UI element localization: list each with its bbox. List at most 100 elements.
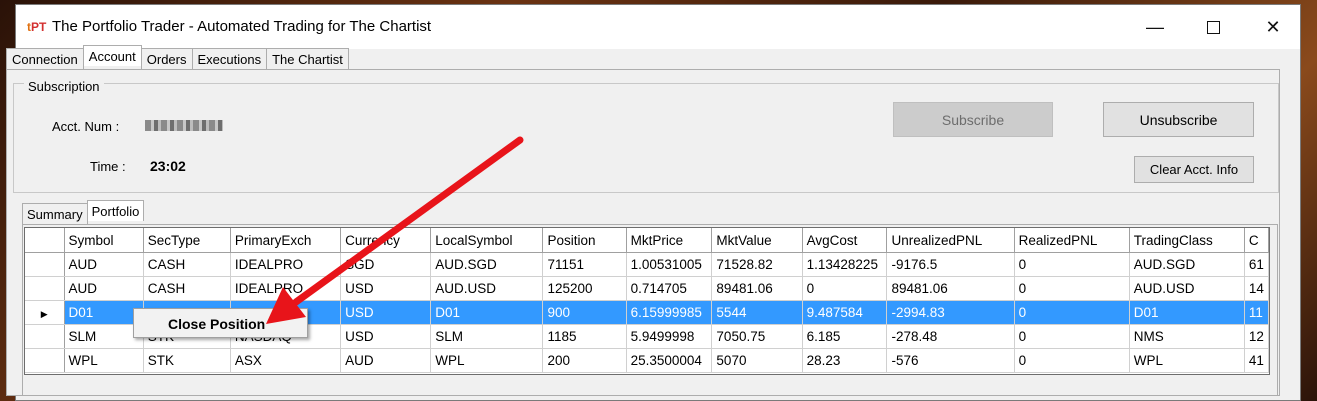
col-header-mktvalue[interactable]: MktValue xyxy=(711,228,803,253)
minimize-button[interactable]: — xyxy=(1126,5,1184,49)
portfolio-table: Symbol SecType PrimaryExch Currency Loca… xyxy=(25,228,1269,373)
cell: -2994.83 xyxy=(886,300,1015,325)
cell: AUD.USD xyxy=(430,276,544,301)
context-menu: Close Position xyxy=(133,308,308,338)
cell: 0.714705 xyxy=(626,276,713,301)
close-position-menu-item[interactable]: Close Position xyxy=(168,316,265,332)
cell: USD xyxy=(340,300,432,325)
cell: 0 xyxy=(1014,276,1130,301)
cell: 0 xyxy=(1014,324,1130,349)
cell: 5070 xyxy=(711,348,803,373)
acct-num-label: Acct. Num : xyxy=(52,119,120,134)
col-header-position[interactable]: Position xyxy=(542,228,627,253)
cell: 6.185 xyxy=(802,324,888,349)
cell: 1.00531005 xyxy=(626,252,713,277)
row-header[interactable] xyxy=(25,276,65,301)
cell: 41 xyxy=(1244,348,1269,373)
cell: 0 xyxy=(1014,300,1130,325)
cell: 0 xyxy=(1014,252,1130,277)
header-row: Symbol SecType PrimaryExch Currency Loca… xyxy=(25,228,1269,253)
main-tab-strip: Connection Account Orders Executions The… xyxy=(6,45,349,69)
row-header[interactable] xyxy=(25,324,65,349)
subscription-groupbox xyxy=(13,83,1279,193)
cell: 0 xyxy=(1014,348,1130,373)
cell: 7050.75 xyxy=(711,324,803,349)
cell: 89481.06 xyxy=(886,276,1015,301)
cell: WPL xyxy=(430,348,544,373)
table-row[interactable]: AUD CASH IDEALPRO USD AUD.USD 125200 0.7… xyxy=(25,276,1269,301)
cell: SLM xyxy=(430,324,544,349)
maximize-button[interactable] xyxy=(1184,5,1242,49)
cell: 9.487584 xyxy=(802,300,888,325)
minimize-icon: — xyxy=(1146,16,1164,37)
cell: CASH xyxy=(143,276,231,301)
col-header-tradingclass[interactable]: TradingClass xyxy=(1129,228,1245,253)
cell: WPL xyxy=(64,348,144,373)
cell: 61 xyxy=(1244,252,1269,277)
unsubscribe-button[interactable]: Unsubscribe xyxy=(1103,102,1254,137)
cell: 125200 xyxy=(542,276,627,301)
cell: 12 xyxy=(1244,324,1269,349)
cell: D01 xyxy=(1129,300,1245,325)
tab-the-chartist[interactable]: The Chartist xyxy=(266,48,349,69)
cell: 5.9499998 xyxy=(626,324,713,349)
cell: CASH xyxy=(143,252,231,277)
maximize-icon xyxy=(1206,20,1220,34)
table-row[interactable]: WPL STK ASX AUD WPL 200 25.3500004 5070 … xyxy=(25,348,1269,373)
cell: 5544 xyxy=(711,300,803,325)
window-title: The Portfolio Trader - Automated Trading… xyxy=(52,18,432,35)
col-header-realizedpnl[interactable]: RealizedPNL xyxy=(1014,228,1130,253)
col-header-localsymbol[interactable]: LocalSymbol xyxy=(430,228,544,253)
portfolio-grid[interactable]: Symbol SecType PrimaryExch Currency Loca… xyxy=(24,227,1270,375)
cell: AUD.SGD xyxy=(1129,252,1245,277)
table-row[interactable]: AUD CASH IDEALPRO SGD AUD.SGD 71151 1.00… xyxy=(25,252,1269,277)
col-header-symbol[interactable]: Symbol xyxy=(64,228,144,253)
col-header-truncated[interactable]: C xyxy=(1244,228,1269,253)
col-header-sectype[interactable]: SecType xyxy=(143,228,231,253)
row-header[interactable] xyxy=(25,252,65,277)
col-header-avgcost[interactable]: AvgCost xyxy=(802,228,888,253)
cell: USD xyxy=(340,324,432,349)
title-bar[interactable]: tPT The Portfolio Trader - Automated Tra… xyxy=(16,5,1300,49)
cell: WPL xyxy=(1129,348,1245,373)
clear-acct-info-button[interactable]: Clear Acct. Info xyxy=(1134,156,1254,183)
tab-account[interactable]: Account xyxy=(82,45,142,66)
col-header-primaryexch[interactable]: PrimaryExch xyxy=(230,228,342,253)
close-button[interactable]: ✕ xyxy=(1244,5,1302,49)
cell: -576 xyxy=(886,348,1015,373)
col-header-unrealizedpnl[interactable]: UnrealizedPNL xyxy=(886,228,1015,253)
subscription-title: Subscription xyxy=(24,79,104,94)
tab-orders[interactable]: Orders xyxy=(140,48,193,69)
acct-num-redacted-value xyxy=(145,120,223,131)
cell: 0 xyxy=(802,276,888,301)
cell: 25.3500004 xyxy=(626,348,713,373)
cell: USD xyxy=(340,276,432,301)
cell: 1.13428225 xyxy=(802,252,888,277)
row-selected-pointer-icon: ▶ xyxy=(40,309,48,319)
tab-connection[interactable]: Connection xyxy=(6,48,84,69)
cell: 28.23 xyxy=(802,348,888,373)
cell: 6.15999985 xyxy=(626,300,713,325)
tab-summary[interactable]: Summary xyxy=(22,203,88,224)
cell: -278.48 xyxy=(886,324,1015,349)
tab-executions[interactable]: Executions xyxy=(191,48,268,69)
cell: 89481.06 xyxy=(711,276,803,301)
cell: 900 xyxy=(542,300,627,325)
cell: 1185 xyxy=(542,324,627,349)
col-header-currency[interactable]: Currency xyxy=(340,228,432,253)
cell: NMS xyxy=(1129,324,1245,349)
cell: AUD xyxy=(64,252,144,277)
row-header[interactable] xyxy=(25,348,65,373)
app-logo: tPT xyxy=(27,20,47,34)
subscribe-button[interactable]: Subscribe xyxy=(893,102,1053,137)
cell: AUD.SGD xyxy=(430,252,544,277)
cell: 71151 xyxy=(542,252,627,277)
tab-portfolio[interactable]: Portfolio xyxy=(86,200,145,221)
cell: IDEALPRO xyxy=(230,276,342,301)
col-header-mktprice[interactable]: MktPrice xyxy=(626,228,713,253)
cell: AUD xyxy=(340,348,432,373)
cell: AUD xyxy=(64,276,144,301)
cell: D01 xyxy=(64,300,144,325)
time-label: Time : xyxy=(90,159,126,174)
row-header[interactable]: ▶ xyxy=(25,300,65,325)
